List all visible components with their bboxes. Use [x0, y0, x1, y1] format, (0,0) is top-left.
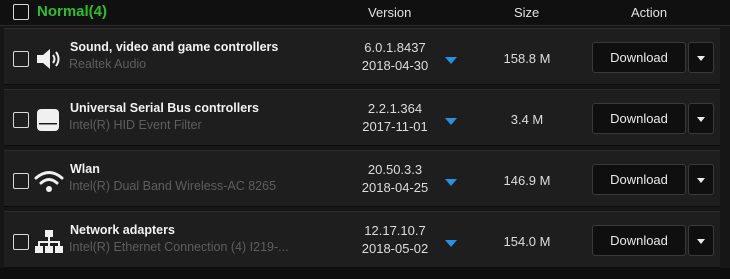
driver-version: 2.2.1.364	[367, 101, 423, 116]
column-header-size: Size	[514, 5, 540, 20]
device-name: Network adapters	[70, 223, 175, 237]
driver-date: 2018-04-25	[361, 180, 429, 195]
row-checkbox[interactable]	[13, 51, 29, 67]
version-dropdown-arrow-icon[interactable]	[445, 179, 457, 186]
device-subtitle: Intel(R) HID Event Filter	[69, 118, 202, 132]
driver-date: 2018-04-30	[361, 58, 429, 73]
column-header-version: Version	[368, 5, 412, 20]
driver-version: 12.17.10.7	[364, 223, 426, 238]
download-button[interactable]: Download	[592, 42, 686, 73]
group-title: Normal(4)	[37, 3, 108, 20]
driver-date: 2017-11-01	[362, 119, 428, 134]
wifi-icon	[34, 171, 64, 192]
download-options-dropdown-button[interactable]	[688, 42, 714, 73]
row-checkbox[interactable]	[13, 234, 29, 250]
speaker-icon	[37, 49, 60, 69]
version-dropdown-arrow-icon[interactable]	[445, 118, 457, 125]
device-name: Universal Serial Bus controllers	[70, 101, 259, 115]
driver-version: 6.0.1.8437	[364, 40, 426, 55]
network-icon	[35, 230, 63, 253]
download-options-dropdown-button[interactable]	[688, 103, 714, 134]
column-header-action: Action	[631, 5, 668, 20]
download-options-dropdown-button[interactable]	[688, 225, 714, 256]
list-header: Normal(4) Version Size Action	[0, 0, 730, 26]
driver-list-panel: Normal(4) Version Size Action Sound, vid…	[0, 0, 730, 279]
driver-size: 154.0 M	[503, 234, 551, 249]
download-button[interactable]: Download	[592, 225, 686, 256]
row-checkbox[interactable]	[13, 173, 29, 189]
driver-version: 20.50.3.3	[367, 162, 423, 177]
version-dropdown-arrow-icon[interactable]	[445, 240, 457, 247]
driver-size: 3.4 M	[510, 112, 544, 127]
device-name: Wlan	[70, 162, 100, 176]
row-checkbox[interactable]	[13, 112, 29, 128]
driver-size: 146.9 M	[503, 173, 551, 188]
download-options-dropdown-button[interactable]	[688, 164, 714, 195]
version-dropdown-arrow-icon[interactable]	[445, 57, 457, 64]
driver-row: Sound, video and game controllers Realte…	[4, 28, 720, 85]
device-name: Sound, video and game controllers	[70, 40, 279, 54]
driver-size: 158.8 M	[503, 51, 551, 66]
device-subtitle: Realtek Audio	[69, 57, 147, 71]
driver-date: 2018-05-02	[361, 241, 429, 256]
select-all-checkbox[interactable]	[13, 4, 29, 20]
drive-icon	[37, 109, 59, 131]
driver-row: Universal Serial Bus controllers Intel(R…	[4, 89, 720, 146]
device-subtitle: Intel(R) Dual Band Wireless-AC 8265	[69, 179, 277, 193]
download-button[interactable]: Download	[592, 164, 686, 195]
download-button[interactable]: Download	[592, 103, 686, 134]
bottom-divider	[0, 268, 730, 279]
driver-row: Wlan Intel(R) Dual Band Wireless-AC 8265…	[4, 150, 720, 207]
driver-row: Network adapters Intel(R) Ethernet Conne…	[4, 211, 720, 268]
device-subtitle: Intel(R) Ethernet Connection (4) I219-..…	[69, 240, 289, 254]
